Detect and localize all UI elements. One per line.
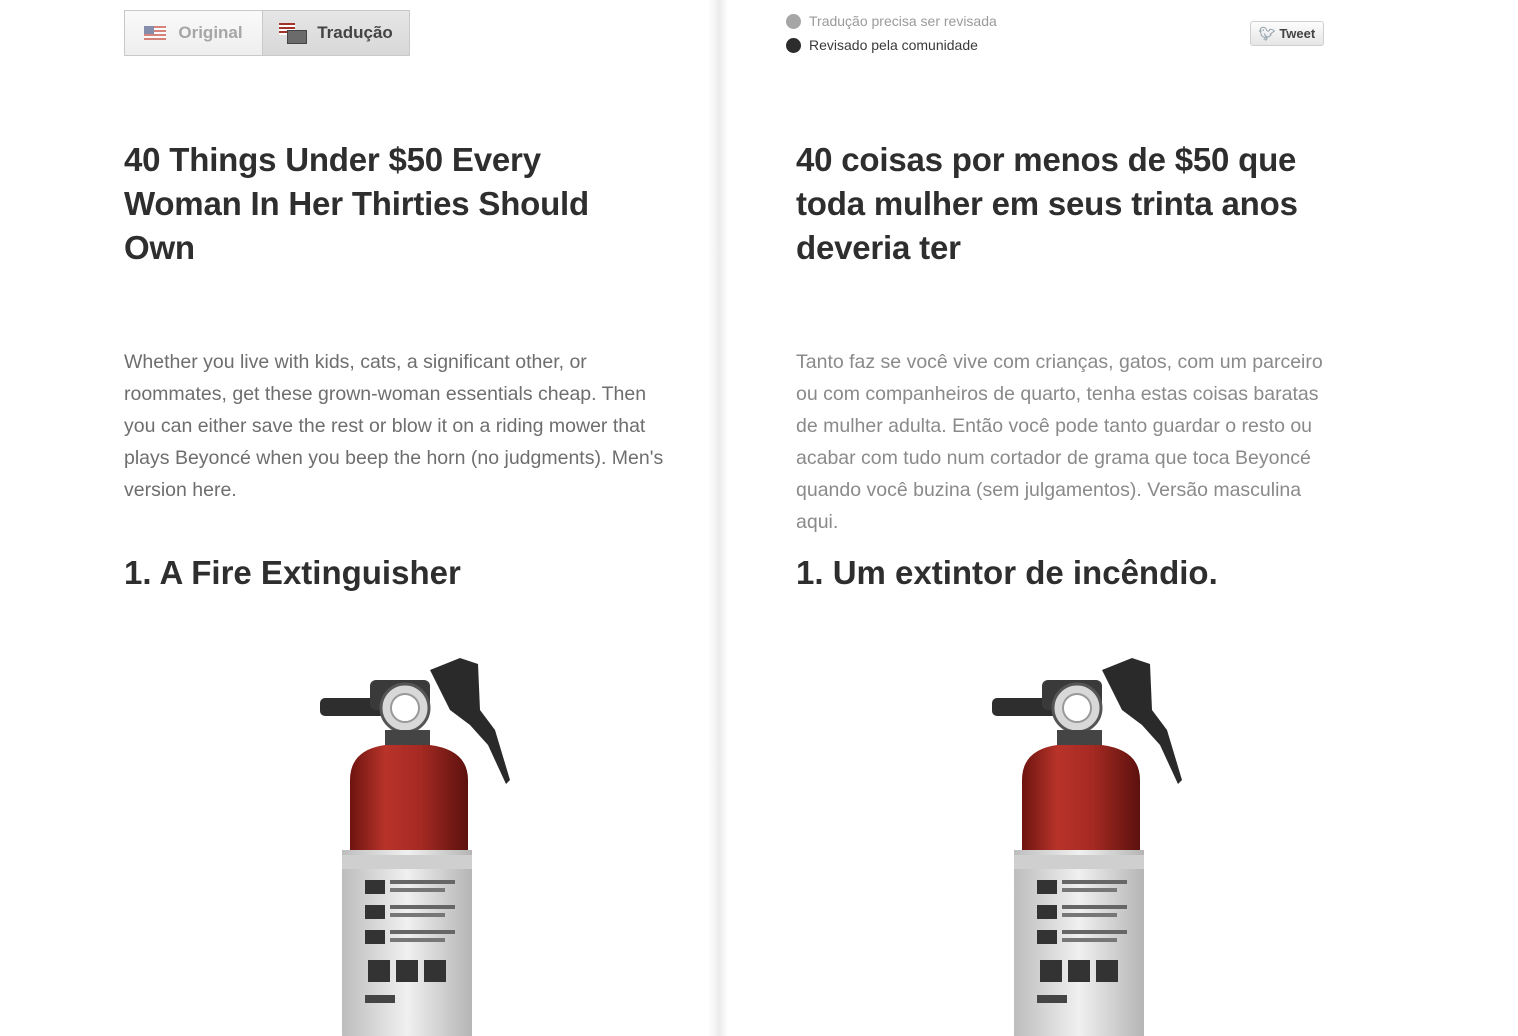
original-tab[interactable]: Original bbox=[125, 11, 262, 55]
language-toggle: Original Tradução bbox=[124, 10, 410, 56]
status-community-reviewed-text: Revisado pela comunidade bbox=[809, 37, 978, 53]
status-community-reviewed: Revisado pela comunidade bbox=[786, 37, 978, 53]
black-dot-icon bbox=[786, 37, 801, 53]
status-needs-review: Tradução precisa ser revisada bbox=[786, 13, 997, 29]
translation-tab[interactable]: Tradução bbox=[262, 11, 409, 55]
original-item-1-heading: 1. A Fire Extinguisher bbox=[124, 554, 461, 591]
tweet-button[interactable]: 🐦︎ Tweet bbox=[1250, 21, 1324, 46]
translation-item-1-heading: 1. Um extintor de incêndio. bbox=[796, 554, 1218, 591]
original-title: 40 Things Under $50 Every Woman In Her T… bbox=[124, 141, 589, 266]
fire-extinguisher-icon bbox=[320, 658, 510, 1036]
translation-tab-label: Tradução bbox=[317, 23, 393, 42]
status-needs-review-text: Tradução precisa ser revisada bbox=[809, 13, 997, 29]
fire-extinguisher-image bbox=[310, 650, 520, 1036]
fire-extinguisher-icon bbox=[992, 658, 1182, 1036]
twitter-bird-icon: 🐦︎ bbox=[1258, 25, 1276, 41]
gray-dot-icon bbox=[786, 13, 801, 29]
original-column: 40 Things Under $50 Every Woman In Her T… bbox=[124, 138, 664, 591]
translation-intro: Tanto faz se você vive com crianças, gat… bbox=[796, 351, 1323, 533]
original-tab-label: Original bbox=[178, 23, 243, 42]
fire-extinguisher-image-translated bbox=[982, 650, 1192, 1036]
column-divider bbox=[708, 0, 728, 1036]
original-intro: Whether you live with kids, cats, a sign… bbox=[124, 351, 664, 501]
translation-title: 40 coisas por menos de $50 que toda mulh… bbox=[796, 141, 1298, 266]
translation-flag-icon bbox=[279, 23, 308, 44]
translation-column: 40 coisas por menos de $50 que toda mulh… bbox=[796, 138, 1326, 591]
tweet-label: Tweet bbox=[1279, 26, 1316, 41]
us-flag-icon bbox=[144, 26, 167, 40]
